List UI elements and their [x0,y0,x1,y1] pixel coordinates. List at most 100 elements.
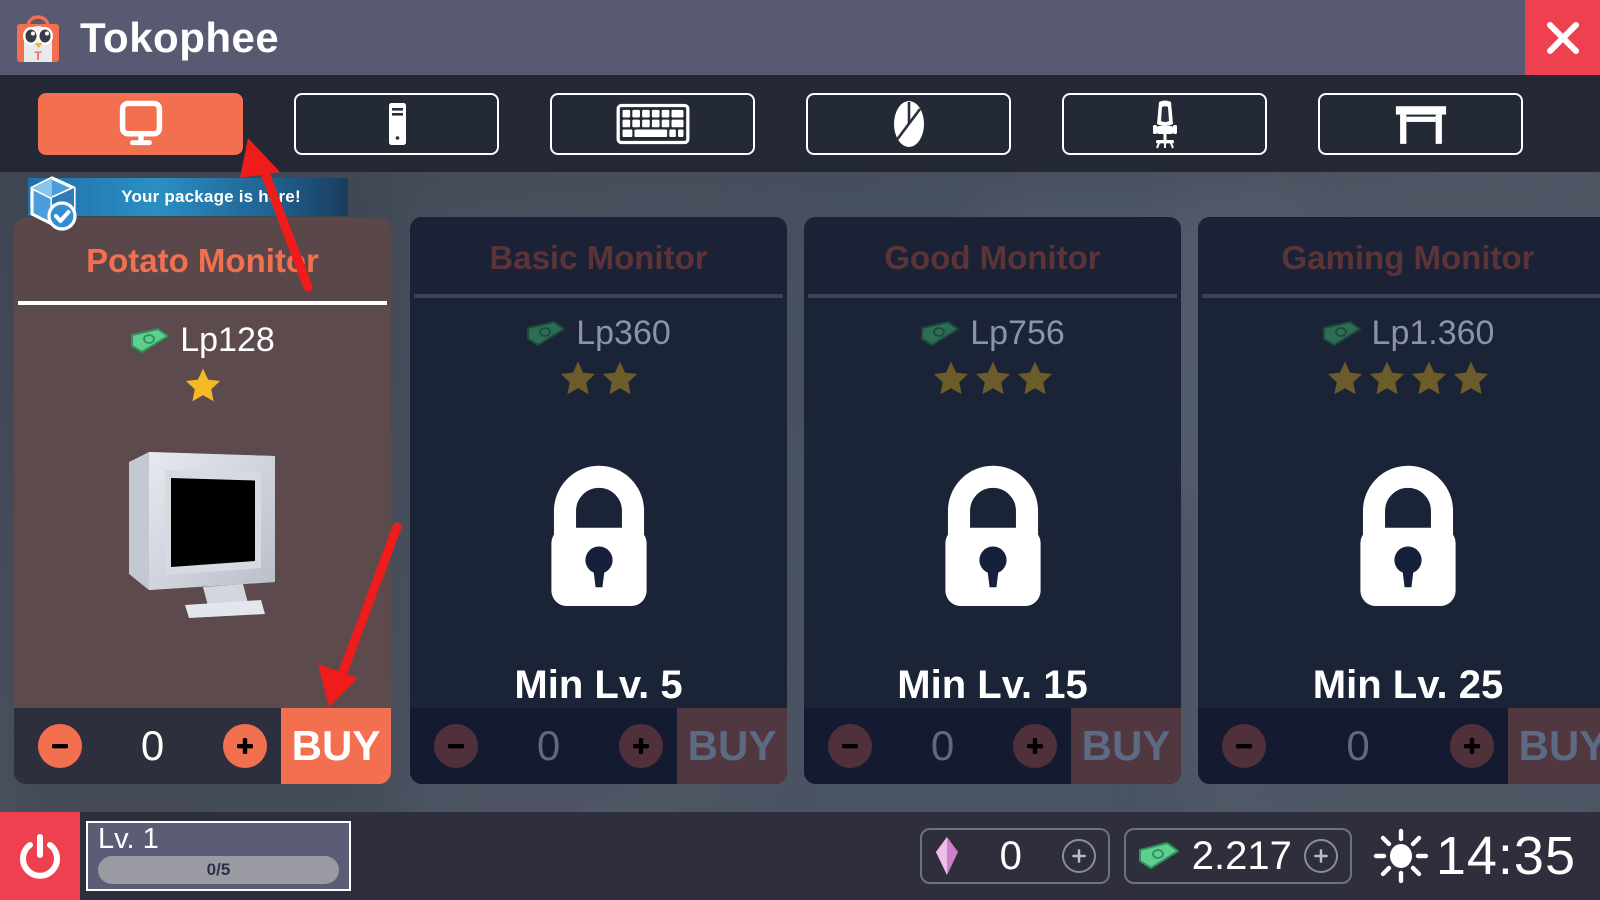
add-gems-button[interactable] [1061,839,1096,873]
product-card-good-monitor[interactable]: Good Monitor Lp756 Min Lv. 15 0 BUY [804,217,1181,784]
card-star-rating [184,366,222,404]
card-price-label: Lp756 [970,314,1065,352]
gem-value: 0 [999,833,1022,878]
category-tabbar [0,75,1600,172]
quantity-value: 0 [140,722,165,769]
close-button[interactable] [1525,0,1600,75]
monitor-icon [119,100,162,145]
min-level-label: Min Lv. 5 [514,663,683,707]
cash-value: 2.217 [1191,833,1292,878]
gaming-chair-icon [1152,100,1177,148]
product-card-basic-monitor[interactable]: Basic Monitor Lp360 Min Lv. 5 0 BUY [410,217,787,784]
cash-currency-chip[interactable]: 2.217 [1123,828,1352,884]
level-progress-bar: 0/5 [98,856,339,884]
shop-bag-penguin-logo-icon: T [12,12,64,64]
product-card-list: Your package is here! Potato Monitor Lp1… [0,172,1600,812]
star-icon [1369,361,1405,395]
minus-icon [1236,744,1252,749]
star-icon [602,361,637,395]
card-price: Lp1.360 [1322,314,1495,353]
tab-keyboard[interactable] [550,92,755,155]
keyboard-icon [616,103,689,144]
increase-quantity-button[interactable] [619,724,663,768]
product-card-gaming-monitor[interactable]: Gaming Monitor Lp1.360 Min Lv. 25 0 BUY [1198,217,1600,784]
minus-icon [842,744,858,749]
svg-text:T: T [34,49,42,63]
buy-button[interactable]: BUY [1071,708,1181,784]
star-icon [1453,361,1489,395]
card-price-label: Lp128 [180,321,275,359]
locked-overlay [1303,423,1513,653]
buy-button[interactable]: BUY [1508,708,1600,784]
increase-quantity-button[interactable] [223,724,267,768]
level-label: Lv. 1 [98,823,159,855]
cash-icon [1138,842,1179,869]
card-title: Good Monitor [804,217,1181,298]
star-icon [185,368,220,402]
sun-icon [1373,828,1429,884]
increase-quantity-button[interactable] [1013,724,1057,768]
desk-icon [1395,105,1446,144]
gem-currency-chip[interactable]: 0 [919,828,1110,884]
clock-display: 14:35 [1435,826,1576,886]
package-badge-label: Your package is here! [121,187,301,206]
tab-desk[interactable] [1318,92,1523,155]
card-price: Lp360 [526,314,671,353]
decrease-quantity-button[interactable] [828,724,872,768]
package-delivered-badge: Your package is here! [28,176,348,231]
card-footer: 0 BUY [410,708,787,784]
star-icon [560,361,595,395]
minus-icon [448,744,464,749]
star-icon [1327,361,1363,395]
close-icon [1546,21,1579,54]
cash-icon [527,320,566,346]
tab-monitor[interactable] [38,92,243,155]
decrease-quantity-button[interactable] [1222,724,1266,768]
card-price: Lp756 [920,314,1065,353]
product-card-potato-monitor[interactable]: Potato Monitor Lp128 0 BUY [14,217,391,784]
star-icon [975,361,1010,395]
card-title: Basic Monitor [410,217,787,298]
plus-icon [1027,738,1043,754]
level-indicator[interactable]: Lv. 1 0/5 [86,821,351,891]
increase-quantity-button[interactable] [1450,724,1494,768]
buy-button[interactable]: BUY [281,708,391,784]
star-icon [1411,361,1447,395]
plus-icon [633,738,649,754]
window-header: T Tokophee [0,0,1600,75]
card-star-rating [559,359,639,397]
lock-icon [944,465,1041,606]
pc-tower-icon [388,102,406,145]
power-button[interactable] [0,812,80,900]
tab-gaming-chair[interactable] [1062,92,1267,155]
crt-monitor-art-icon [103,422,303,622]
minus-icon [52,744,68,749]
card-price-label: Lp360 [576,314,671,352]
card-star-rating [1326,359,1490,397]
package-delivered-icon [30,176,77,231]
card-price-label: Lp1.360 [1371,314,1495,352]
decrease-quantity-button[interactable] [434,724,478,768]
card-title: Gaming Monitor [1198,217,1600,298]
quantity-value: 0 [1346,722,1370,769]
lock-icon [1360,465,1456,606]
plus-icon [1464,738,1480,754]
plus-icon [1072,849,1086,863]
card-footer: 0 BUY [1198,708,1600,784]
buy-button[interactable]: BUY [677,708,787,784]
min-level-label: Min Lv. 15 [897,663,1088,707]
shop-window: T Tokophee Your package is here! Potato … [0,0,1600,900]
power-icon [20,834,60,879]
cash-icon [921,320,960,346]
tab-pc-tower[interactable] [294,92,499,155]
card-footer: 0 BUY [14,708,391,784]
tab-mouse[interactable] [806,92,1011,155]
plus-icon [1314,849,1328,863]
level-progress-label: 0/5 [206,860,231,879]
lock-icon [550,465,647,606]
add-cash-button[interactable] [1303,839,1338,873]
mouse-icon [893,100,924,147]
decrease-quantity-button[interactable] [38,724,82,768]
quantity-value: 0 [536,722,561,769]
card-star-rating [932,359,1054,397]
